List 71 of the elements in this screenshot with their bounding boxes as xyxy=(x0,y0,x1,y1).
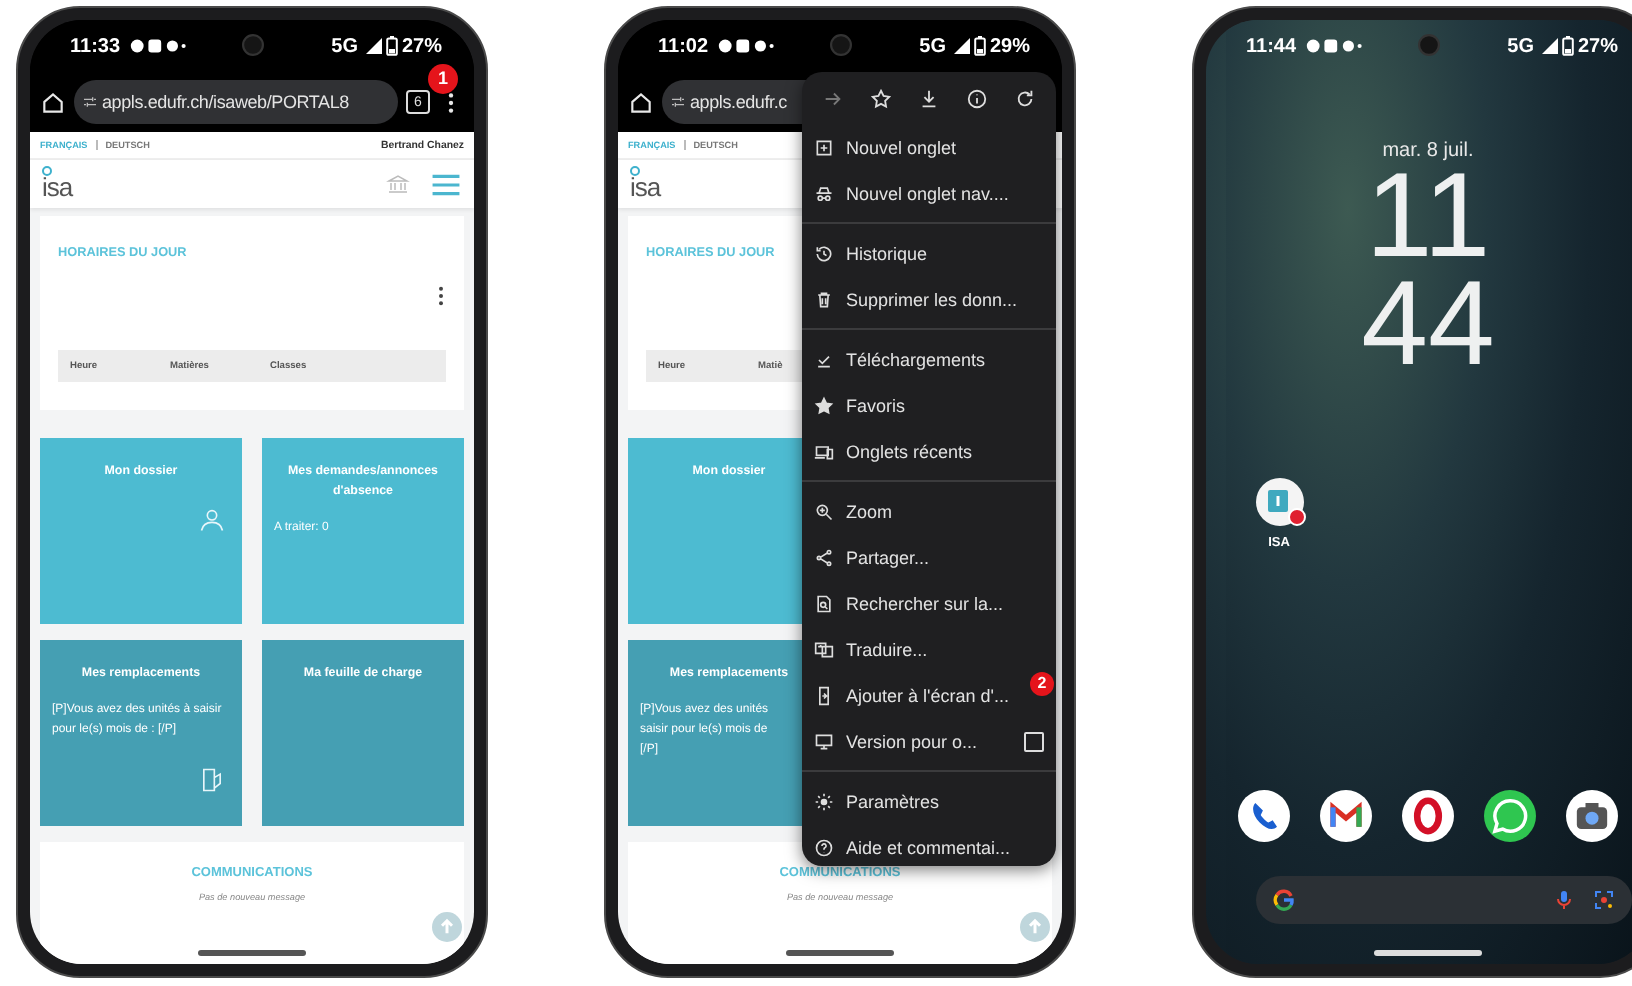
battery-icon xyxy=(1561,36,1574,56)
bookmark-star-icon[interactable] xyxy=(870,87,893,109)
app-icon xyxy=(1255,478,1303,526)
network-label: 5G xyxy=(331,35,358,57)
tune-icon[interactable] xyxy=(82,94,98,110)
add-to-home-icon xyxy=(814,685,834,705)
home-icon[interactable] xyxy=(628,89,654,115)
battery-icon xyxy=(385,36,398,56)
clock-digits: 44 xyxy=(1361,270,1495,378)
chat-bubble-icon[interactable] xyxy=(1483,790,1535,842)
status-time: 11:02 xyxy=(658,35,709,57)
battery-level: 27% xyxy=(401,35,442,57)
phone-icon[interactable] xyxy=(1237,790,1289,842)
lens-icon[interactable] xyxy=(1591,888,1615,912)
devices-icon xyxy=(814,441,834,461)
checkbox[interactable] xyxy=(1024,731,1044,751)
menu-item[interactable]: Favoris xyxy=(802,382,1056,428)
menu-item[interactable]: Téléchargements xyxy=(802,336,1056,382)
clock-digits: 11 xyxy=(1365,162,1491,270)
menu-item[interactable]: Nouvel onglet nav.... xyxy=(802,170,1056,216)
front-camera-icon xyxy=(830,34,852,56)
translate-icon xyxy=(814,639,834,659)
download-icon[interactable] xyxy=(917,87,940,109)
battery-level: 29% xyxy=(989,35,1030,57)
share-icon xyxy=(814,547,834,567)
notification-icons-drawing xyxy=(128,38,189,54)
zoom-icon xyxy=(814,501,834,521)
menu-item[interactable]: Historique xyxy=(802,230,1056,276)
document-hand-icon xyxy=(198,766,226,794)
url-field[interactable]: appls.edufr.ch/isaweb/PORTAL8 xyxy=(74,80,398,124)
find-in-page-icon xyxy=(814,593,834,613)
search-logo-icon xyxy=(1271,888,1295,912)
battery-level: 27% xyxy=(1577,35,1618,57)
signal-icon xyxy=(365,38,382,54)
status-time: 11:33 xyxy=(70,35,121,57)
tune-icon[interactable] xyxy=(670,94,686,110)
battery-icon xyxy=(973,36,986,56)
history-icon xyxy=(814,243,834,263)
network-label: 5G xyxy=(1507,35,1534,57)
lock-date: mar. 8 juil. xyxy=(1382,140,1474,162)
front-camera-icon xyxy=(242,34,264,56)
trash-icon xyxy=(814,289,834,309)
ring-icon[interactable] xyxy=(1401,790,1453,842)
info-icon[interactable] xyxy=(965,87,988,109)
star-icon xyxy=(814,395,834,415)
reload-icon[interactable] xyxy=(1013,87,1036,109)
help-icon xyxy=(814,837,834,857)
menu-item[interactable]: Aide et commentai... xyxy=(802,824,1056,870)
home-icon[interactable] xyxy=(40,89,66,115)
notification-icons-drawing xyxy=(1304,38,1365,54)
logo[interactable]: isa xyxy=(630,169,661,199)
desktop-icon xyxy=(814,731,834,751)
search-bar[interactable] xyxy=(1255,876,1631,924)
settings-icon xyxy=(814,791,834,811)
hat-glasses-icon xyxy=(814,183,834,203)
signal-icon xyxy=(1541,38,1558,54)
forward-arrow-icon[interactable] xyxy=(822,87,845,109)
mail-icon[interactable] xyxy=(1319,790,1371,842)
notification-icons-drawing xyxy=(716,38,777,54)
signal-icon xyxy=(953,38,970,54)
step-badge: 2 xyxy=(1030,672,1054,696)
menu-item[interactable]: Supprimer les donn... xyxy=(802,276,1056,322)
status-time: 11:44 xyxy=(1246,35,1297,57)
mic-icon[interactable] xyxy=(1551,888,1575,912)
person-icon xyxy=(198,506,226,534)
menu-item[interactable]: Nouvel onglet xyxy=(802,124,1056,170)
camera-icon[interactable] xyxy=(1565,790,1617,842)
logo[interactable]: isa xyxy=(42,169,73,199)
step-badge: 1 xyxy=(428,64,458,94)
network-label: 5G xyxy=(919,35,946,57)
more-options-icon[interactable] xyxy=(438,286,444,306)
